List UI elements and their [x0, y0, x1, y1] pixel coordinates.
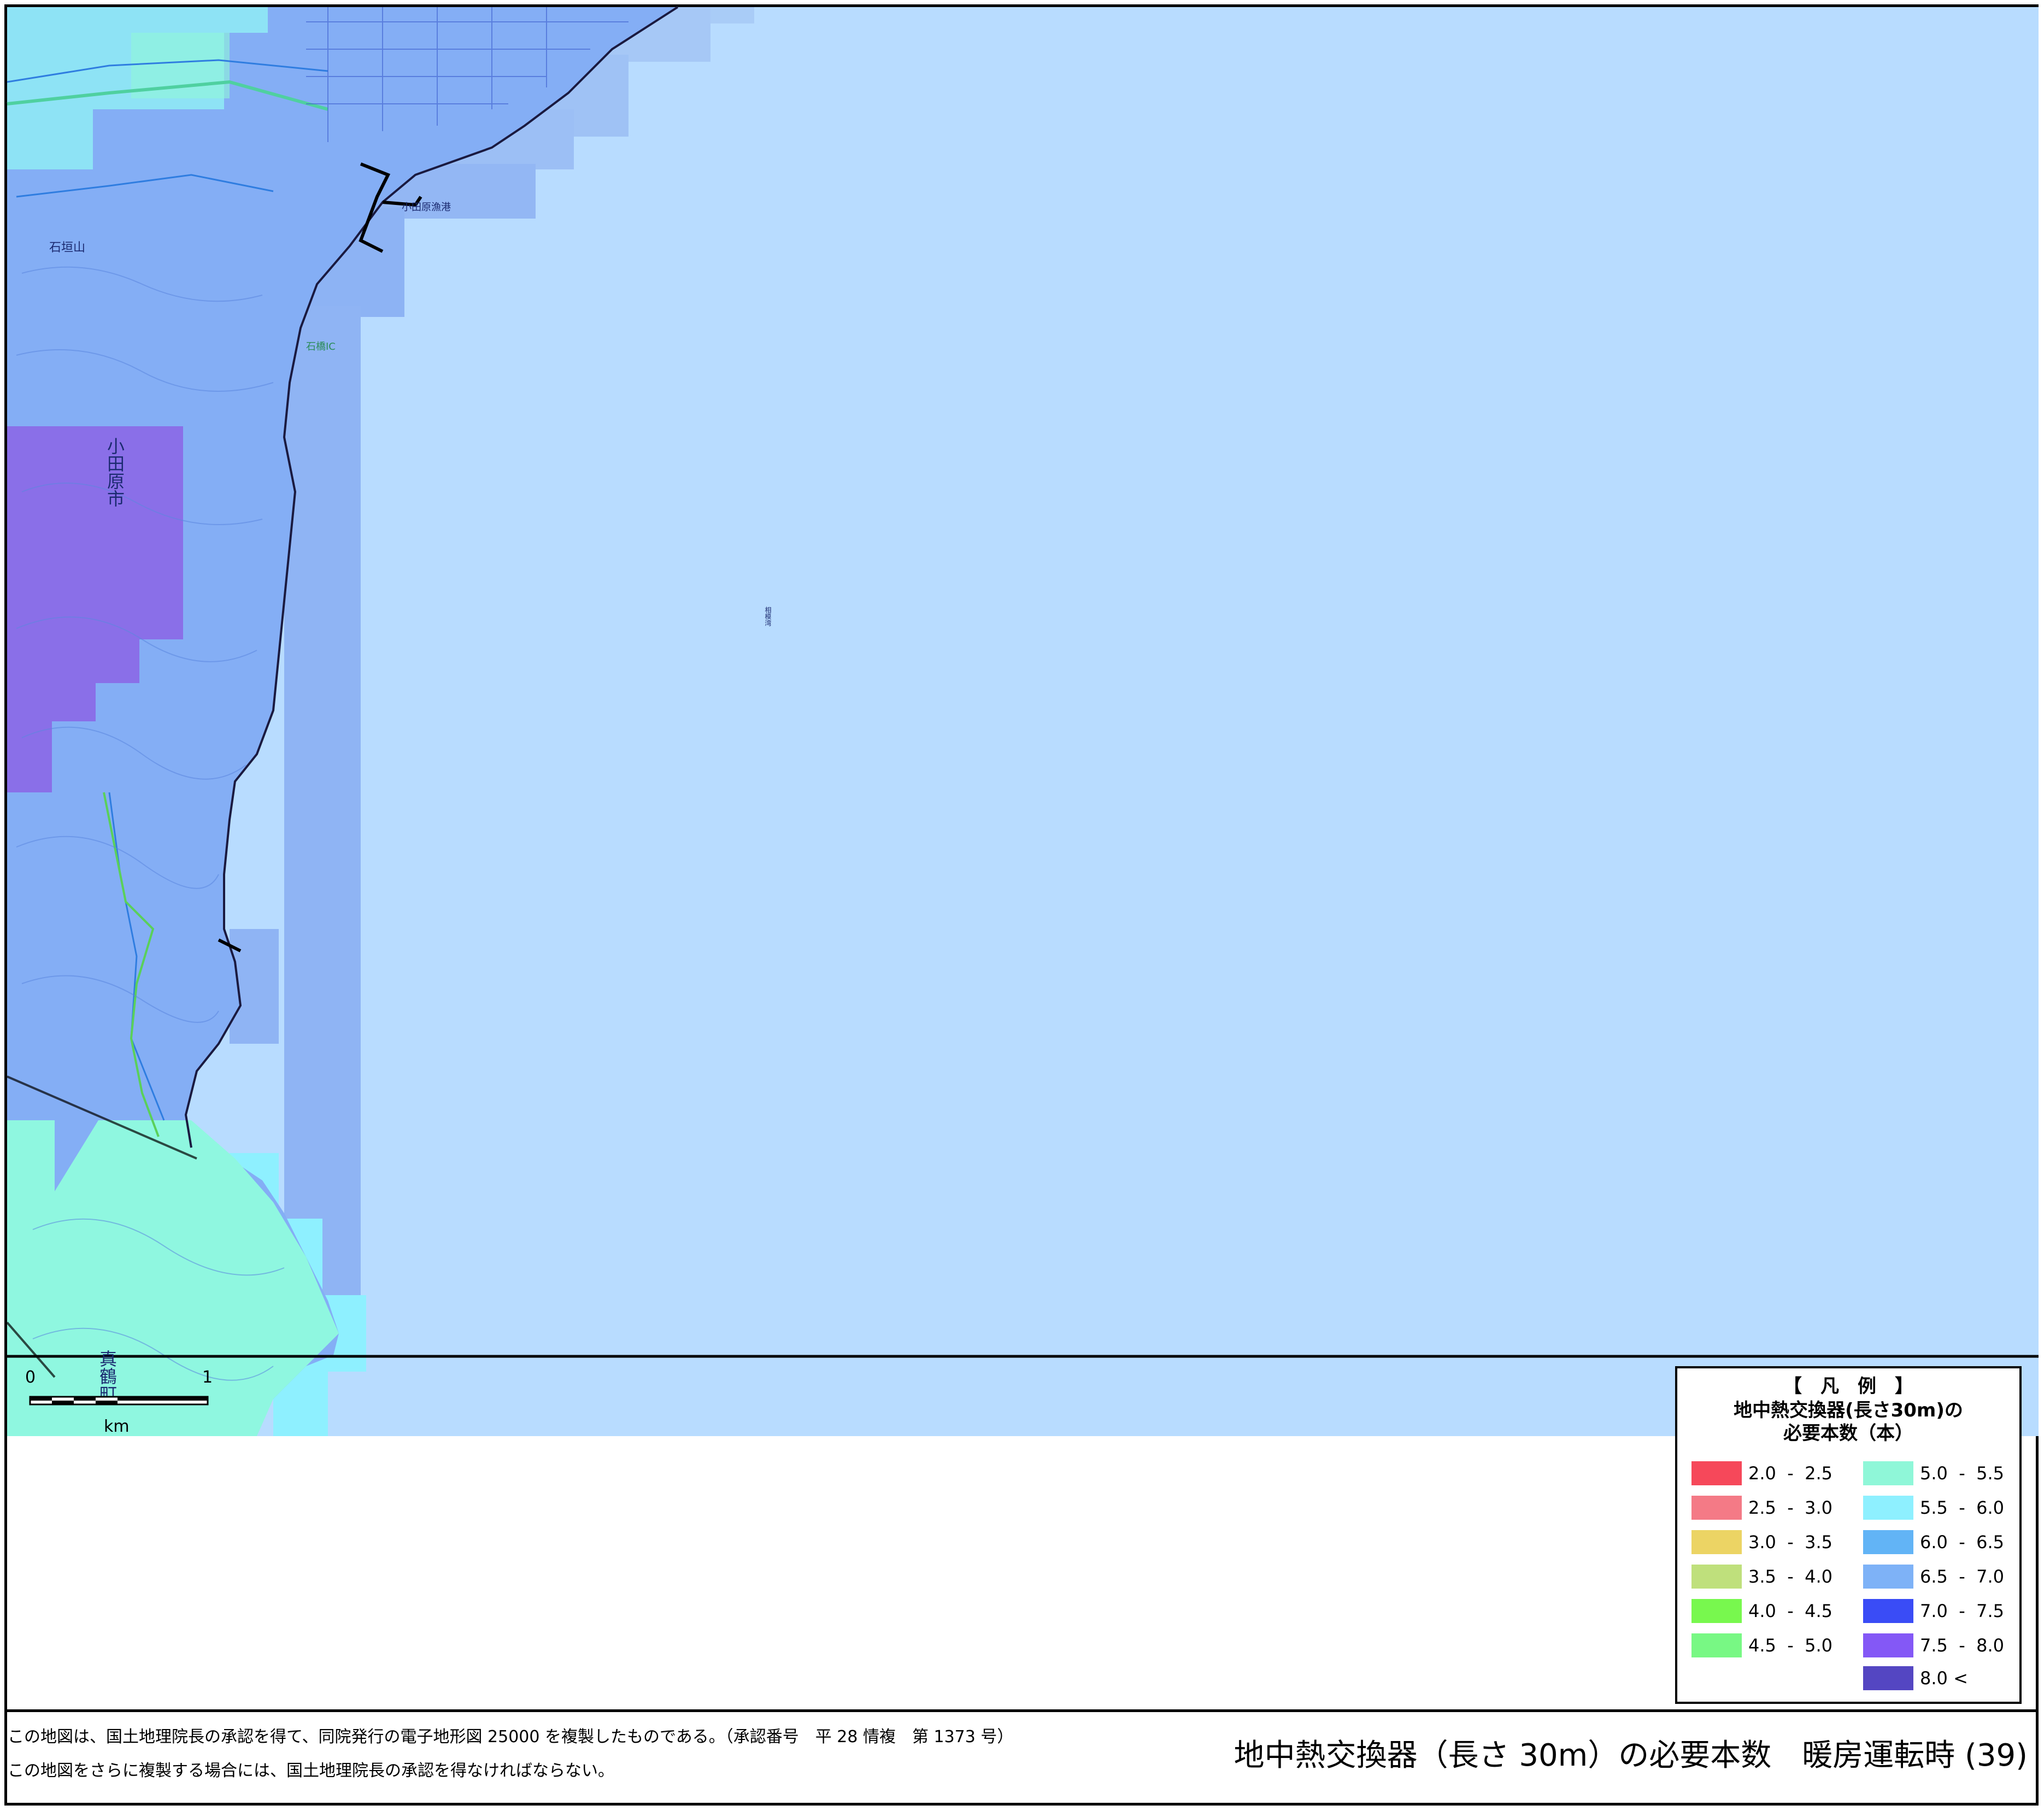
city-label: 小田原市 — [104, 437, 125, 507]
legend-range: 5.5 - 6.0 — [1920, 1497, 2005, 1518]
legend-swatch — [1863, 1666, 1913, 1690]
town-label: 真鶴町 — [97, 1350, 118, 1402]
legend-swatch — [1863, 1461, 1913, 1485]
legend-swatch — [1863, 1496, 1913, 1520]
map-canvas[interactable]: 小田原市 真鶴町 石垣山 石橋IC 小田原漁港 相模湾 0 1 km — [0, 0, 2044, 1436]
scale-unit-label: km — [104, 1417, 130, 1436]
legend-range: 2.5 - 3.0 — [1748, 1497, 1833, 1518]
map-title: 地中熱交換器（長さ 30m）の必要本数 暖房運転時 (39) — [1234, 1738, 2028, 1773]
footer-divider — [4, 1709, 2039, 1712]
copyright-note-line1: この地図は、国土地理院長の承認を得て、同院発行の電子地形図 25000 を複製し… — [8, 1727, 1014, 1747]
legend-swatch — [1691, 1633, 1742, 1657]
legend-range: 3.0 - 3.5 — [1748, 1532, 1833, 1553]
legend-swatch — [1691, 1599, 1742, 1623]
scale-start-label: 0 — [25, 1368, 36, 1387]
legend-range: 8.0 < — [1920, 1668, 1968, 1689]
legend-swatch — [1691, 1496, 1742, 1520]
legend-subtitle-line1: 地中熱交換器(長さ30m)の — [1734, 1400, 1963, 1421]
legend-range: 3.5 - 4.0 — [1748, 1566, 1833, 1587]
legend-range: 5.0 - 5.5 — [1920, 1463, 2005, 1484]
scale-end-label: 1 — [202, 1368, 213, 1387]
mountain-label: 石垣山 — [49, 241, 85, 255]
copyright-note-line2: この地図をさらに複製する場合には、国土地理院長の承認を得なければならない。 — [8, 1761, 614, 1780]
legend-range: 4.5 - 5.0 — [1748, 1635, 1833, 1656]
legend-range: 7.0 - 7.5 — [1920, 1601, 2005, 1621]
legend-swatch — [1863, 1633, 1913, 1657]
legend-swatch — [1691, 1565, 1742, 1589]
legend-swatch — [1863, 1599, 1913, 1623]
legend-title: 【 凡 例 】 — [1783, 1375, 1913, 1397]
legend-swatch — [1863, 1530, 1913, 1554]
legend-range: 6.5 - 7.0 — [1920, 1566, 2005, 1587]
legend-range: 7.5 - 8.0 — [1920, 1635, 2005, 1656]
port-label: 小田原漁港 — [402, 202, 451, 213]
legend-swatch — [1691, 1530, 1742, 1554]
map-area[interactable]: 小田原市 真鶴町 石垣山 石橋IC 小田原漁港 相模湾 0 1 km — [0, 0, 2044, 1436]
legend-range: 4.0 - 4.5 — [1748, 1601, 1833, 1621]
legend-box: 【 凡 例 】 地中熱交換器(長さ30m)の 必要本数（本） 2.0 - 2.5… — [1675, 1366, 2022, 1704]
legend-swatch — [1691, 1461, 1742, 1485]
legend-range: 6.0 - 6.5 — [1920, 1532, 2005, 1553]
legend-subtitle-line2: 必要本数（本） — [1783, 1422, 1913, 1444]
legend-range: 2.0 - 2.5 — [1748, 1463, 1833, 1484]
bay-label: 相模湾 — [764, 607, 772, 627]
interchange-label: 石橋IC — [306, 341, 336, 352]
legend-swatch — [1863, 1565, 1913, 1589]
